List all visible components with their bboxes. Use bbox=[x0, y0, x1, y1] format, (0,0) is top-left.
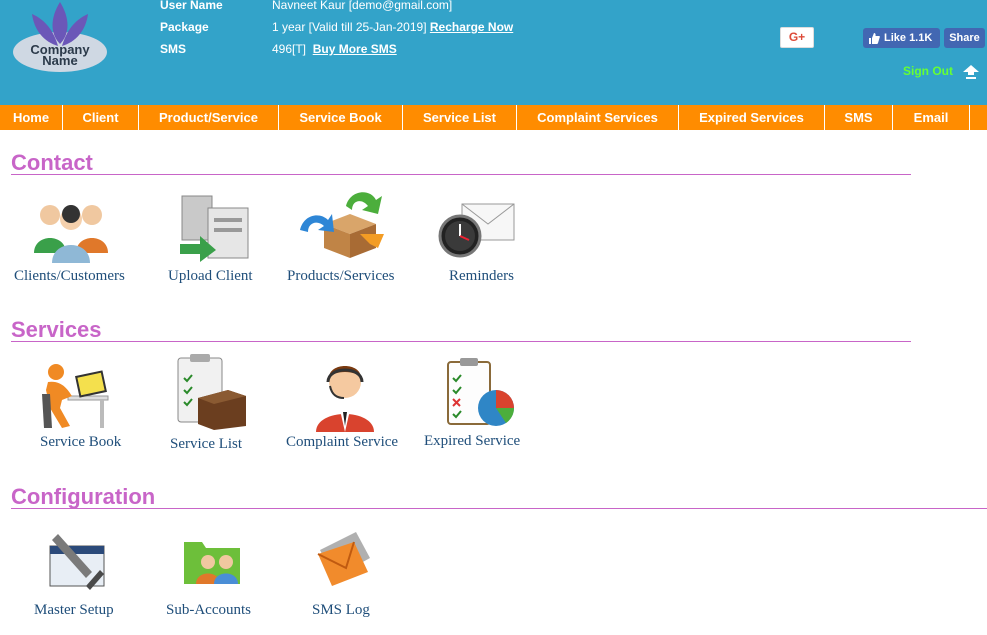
sms-value: 496[T] bbox=[272, 42, 307, 56]
tile-label: Service Book bbox=[40, 434, 122, 450]
main-nav: Home Client Product/Service Service Book… bbox=[0, 105, 987, 130]
tile-label: Reminders bbox=[449, 268, 514, 284]
header-bar: Company Name User Name Navneet Kaur [dem… bbox=[0, 0, 987, 105]
tile-clients-customers[interactable]: Clients/Customers bbox=[10, 190, 150, 290]
package-value-row: 1 year [Valid till 25-Jan-2019] Recharge… bbox=[272, 20, 513, 34]
recharge-now-link[interactable]: Recharge Now bbox=[430, 20, 513, 34]
tile-label: Clients/Customers bbox=[14, 268, 125, 284]
section-title-contact: Contact bbox=[11, 150, 93, 175]
section-title-services: Services bbox=[11, 317, 102, 342]
user-name-label: User Name bbox=[160, 0, 223, 12]
tile-label: SMS Log bbox=[312, 602, 370, 618]
section-divider bbox=[11, 508, 987, 509]
sms-label: SMS bbox=[160, 42, 187, 56]
tile-complaint-service[interactable]: Complaint Service bbox=[280, 356, 420, 456]
users-group-icon bbox=[34, 205, 108, 263]
nav-client[interactable]: Client bbox=[63, 105, 139, 130]
tile-service-book[interactable]: Service Book bbox=[30, 356, 170, 456]
google-plus-button[interactable]: G+ bbox=[780, 27, 814, 48]
sign-out-icon[interactable] bbox=[962, 64, 980, 80]
section-divider bbox=[11, 174, 911, 175]
nav-email[interactable]: Email bbox=[893, 105, 970, 130]
tile-label: Service List bbox=[170, 436, 243, 452]
logo-text-line2: Name bbox=[42, 53, 78, 68]
thumbs-up-icon bbox=[869, 32, 880, 44]
logo-text: Company Name bbox=[10, 43, 110, 68]
folder-users-icon bbox=[184, 542, 240, 584]
nav-service-book[interactable]: Service Book bbox=[279, 105, 403, 130]
package-label: Package bbox=[160, 20, 209, 34]
nav-service-list[interactable]: Service List bbox=[403, 105, 517, 130]
nav-product-service[interactable]: Product/Service bbox=[139, 105, 279, 130]
box-arrows-icon bbox=[300, 192, 384, 258]
package-value: 1 year [Valid till 25-Jan-2019] bbox=[272, 20, 427, 34]
buy-more-sms-link[interactable]: Buy More SMS bbox=[313, 42, 397, 56]
envelope-icon bbox=[317, 532, 370, 586]
facebook-share-button[interactable]: Share bbox=[944, 28, 985, 48]
section-divider bbox=[11, 341, 911, 342]
section-title-configuration: Configuration bbox=[11, 484, 156, 509]
facebook-like-button[interactable]: Like 1.1K bbox=[863, 28, 940, 48]
tile-sub-accounts[interactable]: Sub-Accounts bbox=[160, 524, 300, 624]
tile-label: Master Setup bbox=[34, 602, 114, 618]
tile-label: Complaint Service bbox=[286, 434, 399, 450]
tile-label: Products/Services bbox=[287, 268, 395, 284]
sign-out-link[interactable]: Sign Out bbox=[903, 64, 953, 78]
tile-expired-service[interactable]: Expired Service bbox=[420, 356, 560, 456]
facebook-like-label: Like 1.1K bbox=[884, 32, 933, 44]
nav-home[interactable]: Home bbox=[0, 105, 63, 130]
tools-window-icon bbox=[49, 534, 105, 590]
user-name-value: Navneet Kaur [demo@gmail.com] bbox=[272, 0, 453, 12]
tile-label: Upload Client bbox=[168, 268, 253, 284]
tile-label: Sub-Accounts bbox=[166, 602, 251, 618]
tile-products-services[interactable]: Products/Services bbox=[280, 190, 420, 290]
upload-servers-icon bbox=[180, 195, 249, 262]
nav-complaint-services[interactable]: Complaint Services bbox=[517, 105, 679, 130]
nav-sms[interactable]: SMS bbox=[825, 105, 893, 130]
clock-envelope-icon bbox=[438, 203, 515, 258]
tile-upload-client[interactable]: Upload Client bbox=[150, 190, 290, 290]
clipboard-box-icon bbox=[177, 354, 246, 430]
tile-sms-log[interactable]: SMS Log bbox=[300, 524, 440, 624]
nav-expired-services[interactable]: Expired Services bbox=[679, 105, 825, 130]
tile-label: Expired Service bbox=[424, 433, 521, 449]
tile-reminders[interactable]: Reminders bbox=[430, 190, 570, 290]
checklist-chart-icon bbox=[447, 358, 514, 426]
person-desk-icon bbox=[42, 364, 109, 428]
tile-service-list[interactable]: Service List bbox=[160, 354, 300, 456]
tile-master-setup[interactable]: Master Setup bbox=[30, 524, 170, 624]
sms-value-row: 496[T] Buy More SMS bbox=[272, 42, 397, 56]
support-agent-icon bbox=[316, 366, 374, 432]
